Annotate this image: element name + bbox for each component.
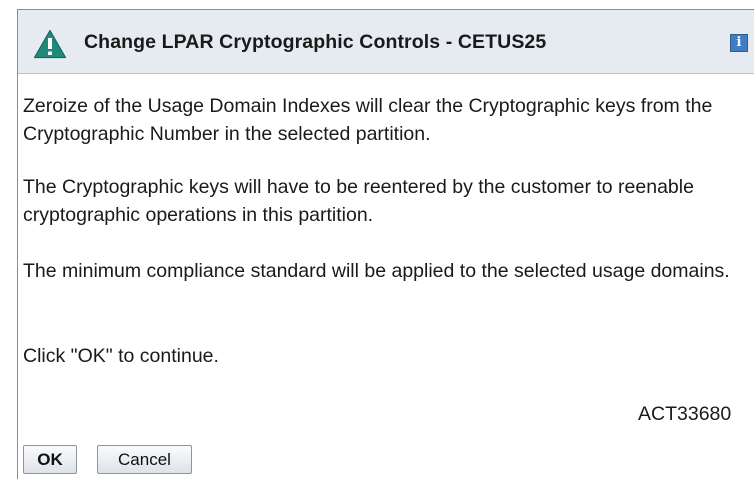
message-paragraph-zeroize: Zeroize of the Usage Domain Indexes will…	[23, 95, 713, 145]
message-paragraph-continue: Click "OK" to continue.	[23, 345, 219, 367]
message-id: ACT33680	[638, 403, 732, 425]
message-paragraph-compliance: The minimum compliance standard will be …	[23, 260, 730, 282]
ok-button[interactable]: OK	[23, 445, 77, 474]
message-paragraph-reenter-keys: The Cryptographic keys will have to be r…	[23, 176, 694, 226]
dialog-title: Change LPAR Cryptographic Controls - CET…	[84, 31, 547, 53]
change-lpar-crypto-dialog: Change LPAR Cryptographic Controls - CET…	[17, 9, 754, 479]
cancel-button[interactable]: Cancel	[97, 445, 192, 474]
info-icon[interactable]: i	[730, 34, 748, 52]
dialog-titlebar: Change LPAR Cryptographic Controls - CET…	[18, 10, 754, 74]
warning-icon	[33, 29, 67, 59]
